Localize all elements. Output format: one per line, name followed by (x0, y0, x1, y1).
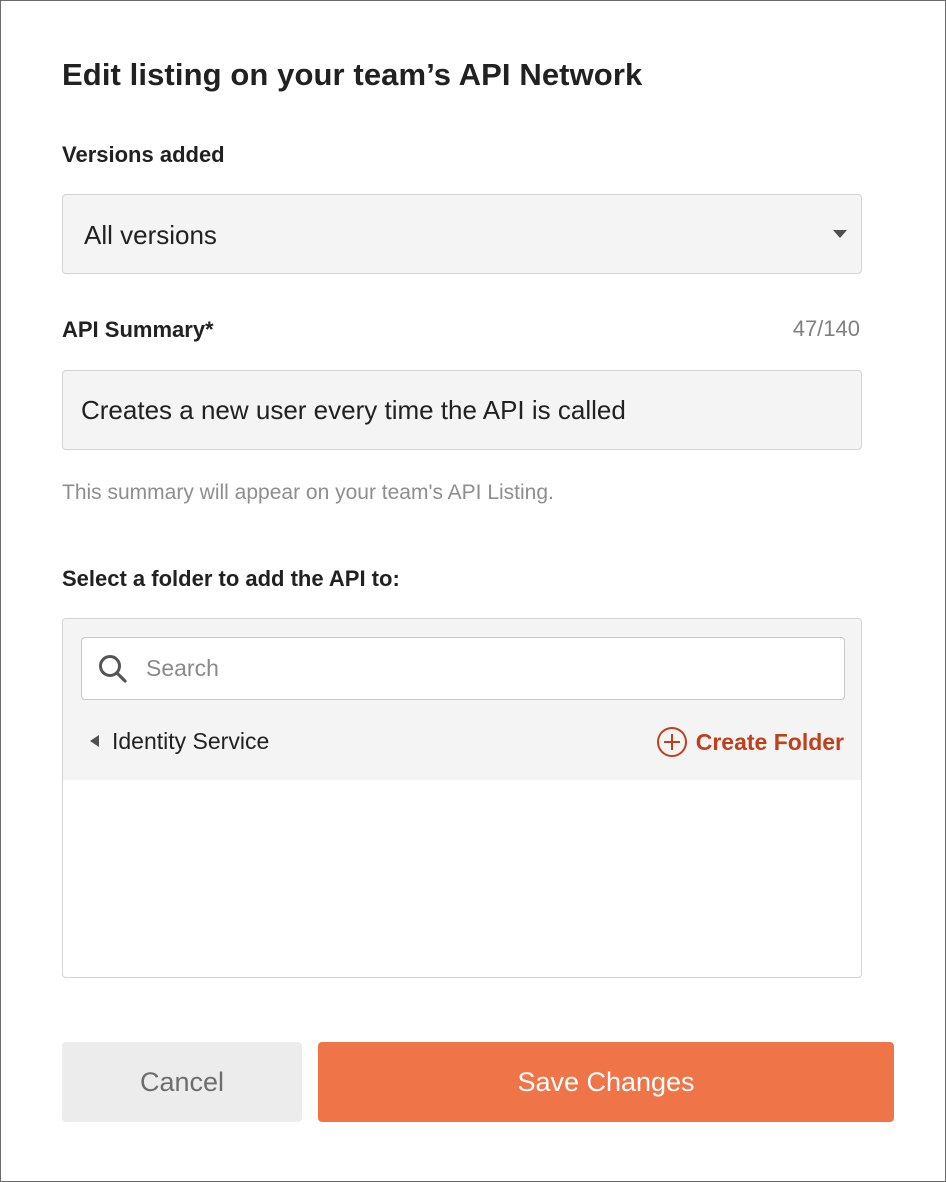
folder-picker: Identity Service Create Folder (62, 618, 862, 978)
api-summary-input[interactable] (62, 370, 862, 450)
folder-search[interactable] (81, 637, 845, 700)
dialog-title: Edit listing on your team’s API Network (62, 57, 643, 92)
cancel-button[interactable]: Cancel (62, 1042, 302, 1122)
folder-item-label: Identity Service (112, 728, 270, 754)
character-counter: 47/140 (792, 316, 860, 341)
summary-helper-text: This summary will appear on your team's … (62, 481, 554, 504)
plus-circle-icon (656, 727, 687, 757)
create-folder-label: Create Folder (695, 728, 844, 755)
create-folder-button[interactable]: Create Folder (656, 726, 844, 758)
caret-down-icon (833, 230, 847, 238)
search-icon (99, 655, 127, 683)
versions-label: Versions added (62, 142, 225, 167)
versions-select-value: All versions (84, 220, 217, 250)
caret-left-icon (90, 735, 99, 747)
save-changes-button[interactable]: Save Changes (318, 1042, 894, 1122)
folder-picker-header: Identity Service Create Folder (63, 619, 861, 780)
folder-label: Select a folder to add the API to: (62, 566, 400, 591)
edit-listing-dialog: Edit listing on your team’s API Network … (0, 0, 946, 1182)
api-summary-label: API Summary* (62, 317, 214, 342)
versions-select[interactable]: All versions (62, 194, 862, 274)
folder-search-input[interactable] (146, 638, 836, 699)
